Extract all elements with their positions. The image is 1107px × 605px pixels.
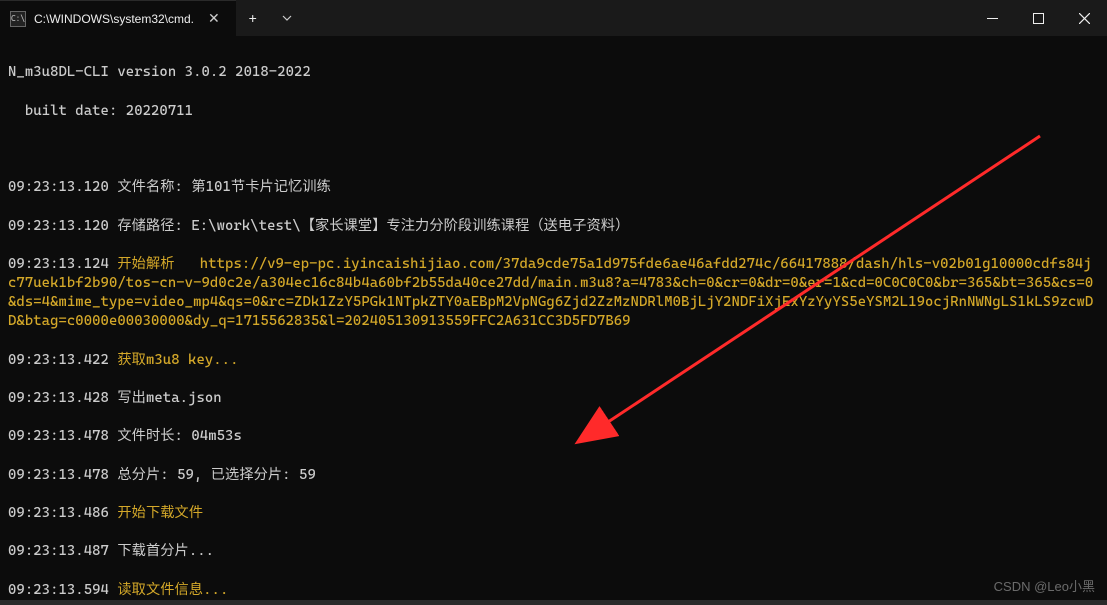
maximize-icon xyxy=(1033,13,1044,24)
titlebar: C:\ C:\WINDOWS\system32\cmd. ✕ + xyxy=(0,0,1107,36)
tab-dropdown-button[interactable] xyxy=(270,13,304,23)
close-window-button[interactable] xyxy=(1061,0,1107,36)
log-read-info: 09:23:13.594 读取文件信息... xyxy=(8,581,1099,600)
log-start-download: 09:23:13.486 开始下载文件 xyxy=(8,504,1099,523)
log-segments: 09:23:13.478 总分片: 59, 已选择分片: 59 xyxy=(8,466,1099,485)
minimize-button[interactable] xyxy=(969,0,1015,36)
built-date-line: built date: 20220711 xyxy=(8,102,1099,121)
window-controls xyxy=(969,0,1107,36)
watermark: CSDN @Leo小黑 xyxy=(994,576,1095,595)
new-tab-button[interactable]: + xyxy=(236,10,270,26)
tab-title: C:\WINDOWS\system32\cmd. xyxy=(34,12,194,26)
terminal-tab[interactable]: C:\ C:\WINDOWS\system32\cmd. ✕ xyxy=(0,0,236,36)
log-start-parse: 09:23:13.124 开始解析 https://v9-ep-pc.iyinc… xyxy=(8,255,1099,332)
blank-line xyxy=(8,140,1099,159)
chevron-down-icon xyxy=(282,13,292,23)
log-get-key: 09:23:13.422 获取m3u8 key... xyxy=(8,351,1099,370)
app-version-line: N_m3u8DL-CLI version 3.0.2 2018-2022 xyxy=(8,63,1099,82)
log-first-segment: 09:23:13.487 下载首分片... xyxy=(8,542,1099,561)
log-filename: 09:23:13.120 文件名称: 第101节卡片记忆训练 xyxy=(8,178,1099,197)
close-icon xyxy=(1079,13,1090,24)
log-duration: 09:23:13.478 文件时长: 04m53s xyxy=(8,427,1099,446)
tab-actions: + xyxy=(236,0,304,36)
tab-close-button[interactable]: ✕ xyxy=(202,8,226,29)
minimize-icon xyxy=(987,13,998,24)
maximize-button[interactable] xyxy=(1015,0,1061,36)
log-savepath: 09:23:13.120 存储路径: E:\work\test\【家长课堂】专注… xyxy=(8,217,1099,236)
terminal-output[interactable]: N_m3u8DL-CLI version 3.0.2 2018-2022 bui… xyxy=(0,36,1107,605)
bottom-border xyxy=(0,600,1107,605)
cmd-icon: C:\ xyxy=(10,11,26,27)
titlebar-drag-area[interactable] xyxy=(304,0,969,36)
log-write-meta: 09:23:13.428 写出meta.json xyxy=(8,389,1099,408)
